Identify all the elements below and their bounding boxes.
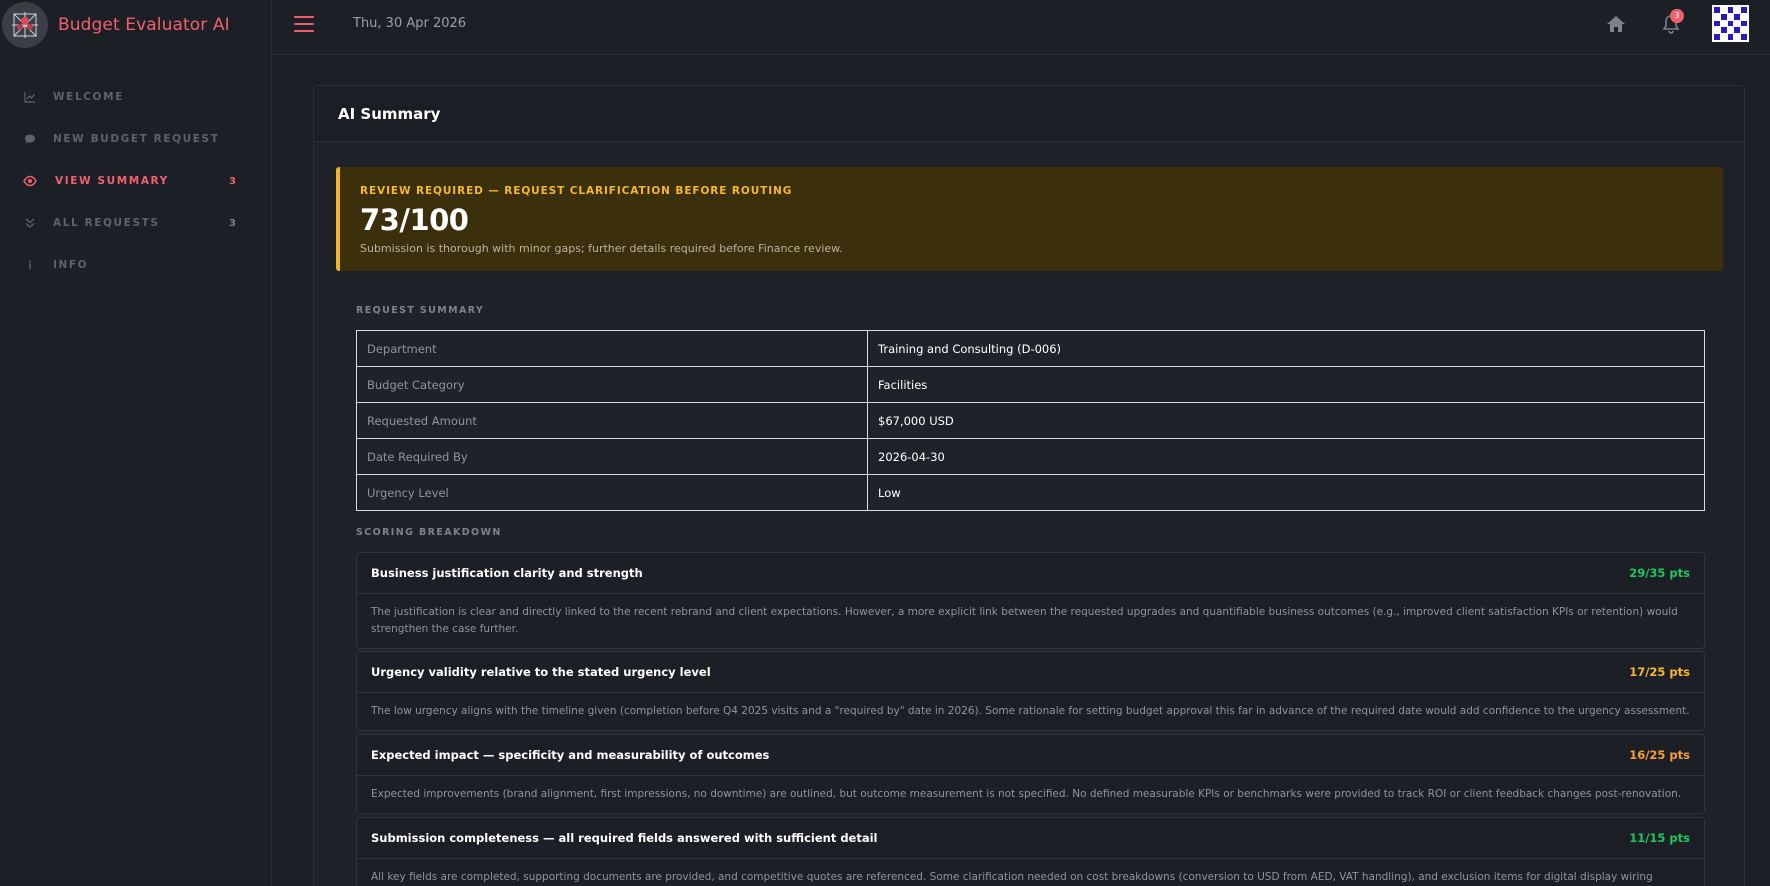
score-explanation: The justification is clear and directly … [371, 606, 1678, 635]
sidebar-nav: WELCOME NEW BUDGET REQUEST VIEW SUMMARY … [0, 76, 271, 286]
table-row: Requested Amount $67,000 USD [356, 402, 1705, 439]
sidebar-item-label: VIEW SUMMARY [55, 175, 169, 187]
score-points: 29/35 pts [1629, 566, 1690, 580]
summary-key: Requested Amount [356, 402, 868, 439]
score-criterion: Expected impact — specificity and measur… [371, 748, 770, 762]
score-explanation: The low urgency aligns with the timeline… [371, 705, 1690, 717]
alert-description: Submission is thorough with minor gaps; … [360, 242, 843, 255]
sidebar: Budget Evaluator AI WELCOME NEW BUDGET R… [0, 0, 272, 886]
sidebar-item-welcome[interactable]: WELCOME [0, 76, 271, 118]
chart-line-icon [23, 90, 37, 104]
summary-value: 2026-04-30 [867, 438, 1705, 475]
scoring-breakdown-heading: SCORING BREAKDOWN [356, 527, 502, 538]
score-item: Urgency validity relative to the stated … [356, 651, 1705, 731]
score-item: Expected impact — specificity and measur… [356, 734, 1705, 814]
score-points: 17/25 pts [1629, 665, 1690, 679]
app-logo-icon [2, 1, 48, 48]
table-row: Budget Category Facilities [356, 366, 1705, 403]
summary-key: Urgency Level [356, 474, 868, 511]
home-icon[interactable] [1605, 13, 1627, 35]
sidebar-item-label: ALL REQUESTS [53, 217, 160, 229]
sidebar-item-label: NEW BUDGET REQUEST [53, 133, 220, 145]
app-title: Budget Evaluator AI [58, 14, 230, 35]
alert-status-label: REVIEW REQUIRED — REQUEST CLARIFICATION … [360, 185, 793, 197]
notification-badge: 3 [1670, 9, 1684, 23]
score-explanation: All key fields are completed, supporting… [371, 871, 1653, 883]
eye-icon [23, 174, 37, 188]
sidebar-item-all-requests[interactable]: ALL REQUESTS 3 [0, 202, 271, 244]
sidebar-item-info[interactable]: INFO [0, 244, 271, 286]
ai-summary-card: AI Summary REVIEW REQUIRED — REQUEST CLA… [313, 85, 1745, 886]
sidebar-item-view-summary[interactable]: VIEW SUMMARY 3 [0, 160, 271, 202]
score-item: Submission completeness — all required f… [356, 817, 1705, 886]
overall-score: 73/100 [360, 203, 469, 237]
sidebar-item-count: 3 [229, 217, 236, 229]
avatar[interactable] [1712, 5, 1749, 42]
chat-bubble-icon [23, 132, 37, 146]
card-header: AI Summary [314, 86, 1744, 142]
score-item: Business justification clarity and stren… [356, 552, 1705, 649]
info-icon [23, 258, 37, 272]
summary-key: Date Required By [356, 438, 868, 475]
double-chevron-down-icon [23, 216, 37, 230]
score-criterion: Business justification clarity and stren… [371, 566, 643, 580]
review-alert: REVIEW REQUIRED — REQUEST CLARIFICATION … [336, 167, 1723, 271]
score-explanation: Expected improvements (brand alignment, … [371, 788, 1682, 800]
sidebar-item-count: 3 [229, 175, 236, 187]
page-title: AI Summary [338, 104, 441, 123]
sidebar-item-label: WELCOME [53, 91, 124, 103]
hamburger-menu-icon[interactable] [294, 16, 314, 32]
sidebar-item-new-budget-request[interactable]: NEW BUDGET REQUEST [0, 118, 271, 160]
table-row: Department Training and Consulting (D-00… [356, 330, 1705, 367]
request-summary-table: Department Training and Consulting (D-00… [356, 330, 1705, 511]
table-row: Date Required By 2026-04-30 [356, 438, 1705, 475]
request-summary-heading: REQUEST SUMMARY [356, 305, 485, 316]
summary-key: Department [356, 330, 868, 367]
summary-value: Low [867, 474, 1705, 511]
brand[interactable]: Budget Evaluator AI [0, 0, 271, 49]
current-date: Thu, 30 Apr 2026 [353, 16, 467, 31]
topbar: Thu, 30 Apr 2026 3 [272, 0, 1770, 55]
summary-value: Training and Consulting (D-006) [867, 330, 1705, 367]
score-points: 16/25 pts [1629, 748, 1690, 762]
sidebar-item-label: INFO [53, 259, 89, 271]
table-row: Urgency Level Low [356, 474, 1705, 511]
score-criterion: Urgency validity relative to the stated … [371, 665, 711, 679]
summary-value: $67,000 USD [867, 402, 1705, 439]
score-points: 11/15 pts [1629, 831, 1690, 845]
summary-key: Budget Category [356, 366, 868, 403]
summary-value: Facilities [867, 366, 1705, 403]
score-criterion: Submission completeness — all required f… [371, 831, 878, 845]
